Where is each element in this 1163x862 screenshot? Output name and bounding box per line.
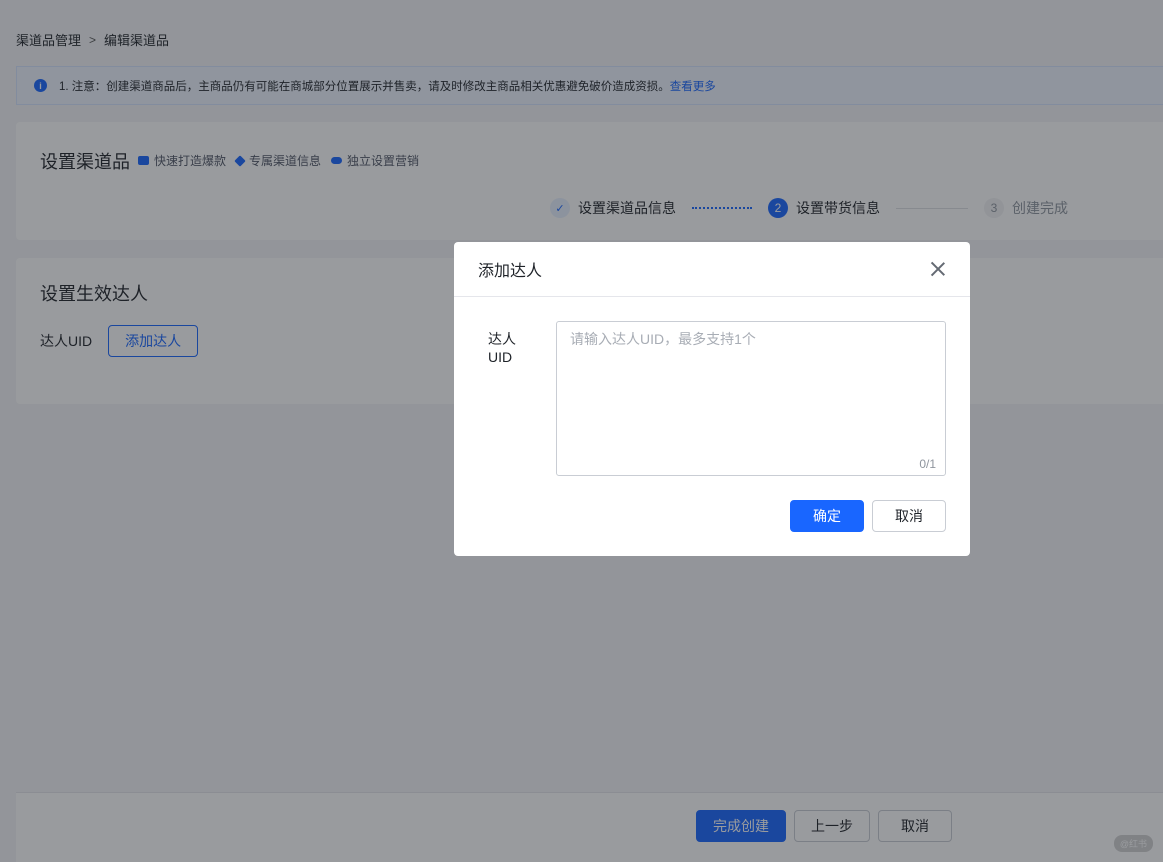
close-icon[interactable] (930, 261, 946, 277)
confirm-button[interactable]: 确定 (790, 500, 864, 532)
char-counter: 0/1 (919, 457, 936, 471)
uid-textarea-wrapper: 0/1 (556, 321, 946, 476)
modal-cancel-button[interactable]: 取消 (872, 500, 946, 532)
add-creator-modal: 添加达人 达人UID 0/1 确定 取消 (454, 242, 970, 556)
uid-textarea[interactable] (557, 322, 945, 475)
modal-header: 添加达人 (454, 242, 970, 297)
uid-field-label: 达人UID (488, 331, 516, 365)
modal-title: 添加达人 (478, 263, 543, 280)
uid-form-row: 达人UID 0/1 (488, 321, 946, 476)
modal-footer: 确定 取消 (790, 500, 946, 532)
